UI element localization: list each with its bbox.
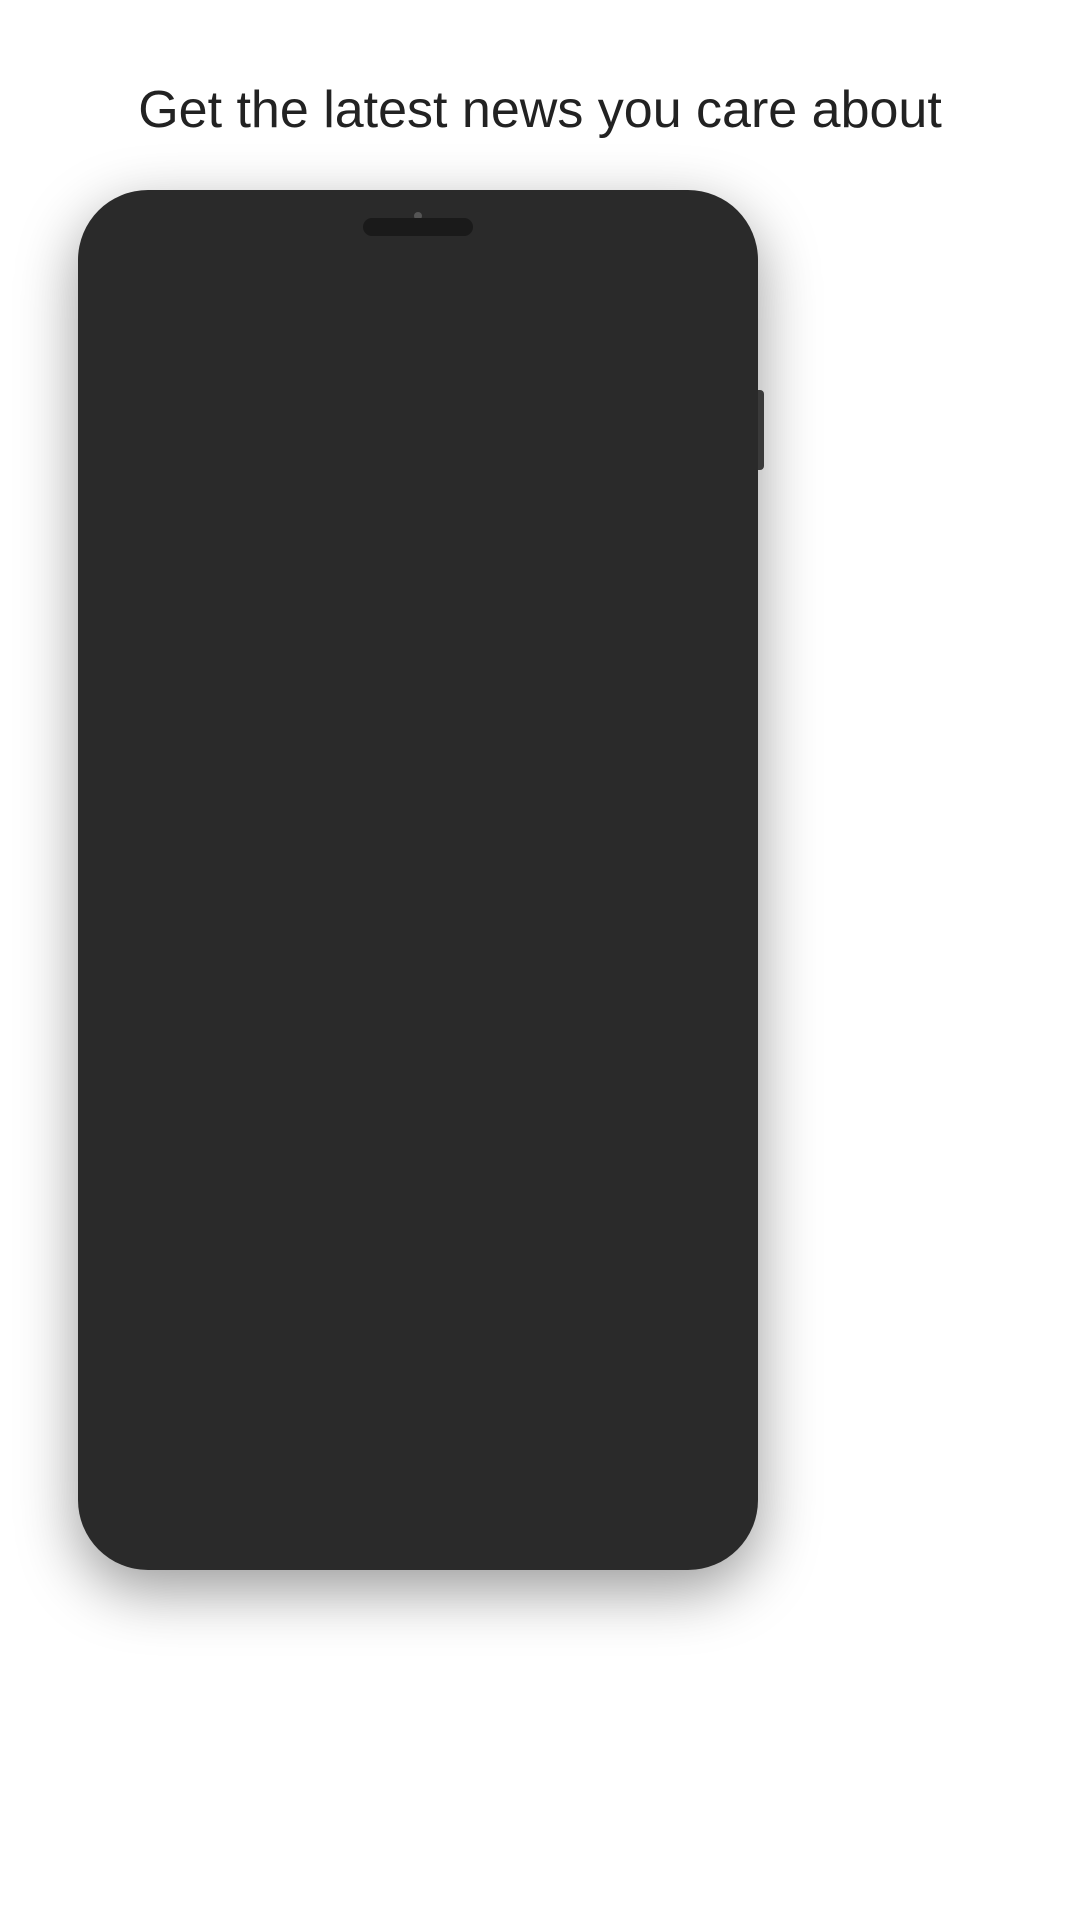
bottom-nav-notifications[interactable] xyxy=(522,1413,730,1502)
verified-badge-gdragon: V xyxy=(184,462,210,488)
status-icons: 12:30 xyxy=(535,265,710,293)
bottom-nav-home[interactable] xyxy=(106,1413,314,1502)
share-icon xyxy=(652,825,692,865)
battery-icon xyxy=(601,270,631,288)
post-1-comment-count: 40k xyxy=(353,831,392,859)
nav-bar: Home ▾ xyxy=(106,300,730,388)
page-container: Get the latest news you care about xyxy=(78,0,1002,1570)
home-icon xyxy=(190,1438,230,1478)
post-1-more-button[interactable]: ∨ xyxy=(682,412,703,445)
bottom-nav xyxy=(106,1412,730,1502)
home-notification-dot xyxy=(220,1427,230,1437)
post-1-comment-button[interactable]: 40k xyxy=(307,827,480,863)
post-1-image-1-content xyxy=(187,633,267,763)
post-2-username: Poydpoydpoyd xyxy=(228,926,503,958)
bell-icon xyxy=(606,1438,646,1478)
verified-badge-poyd: V xyxy=(184,969,210,995)
post-1-user-info: V GDRAGON Just now Fr xyxy=(134,412,374,488)
post-2-see-translation[interactable]: See Translation xyxy=(134,1069,702,1097)
compose-fab-button[interactable] xyxy=(620,1302,700,1382)
post-1-action-bar: 163k 40k xyxy=(134,806,702,883)
like-icon xyxy=(134,827,170,863)
post-2-meta: 2 min ago From Weibo.intl xyxy=(228,962,503,988)
post-1-like-button[interactable]: 163k xyxy=(134,827,307,863)
nav-title-text: Home xyxy=(353,323,453,365)
post-1-username: GDRAGON xyxy=(228,419,374,451)
post-card-1: V GDRAGON Just now Fr xyxy=(106,388,730,883)
post-1-header: V GDRAGON Just now Fr xyxy=(134,412,702,488)
post-1-repost-count: 264k xyxy=(526,831,578,859)
comment-icon xyxy=(307,827,343,863)
post-1-like-count: 163k xyxy=(180,831,232,859)
search-icon xyxy=(666,326,702,362)
page-headline: Get the latest news you care about xyxy=(78,0,1002,190)
bottom-nav-discover[interactable] xyxy=(314,1413,522,1502)
arrow-up-icon: ⬆ xyxy=(345,546,363,572)
menu-line-1 xyxy=(130,333,164,336)
menu-line-3 xyxy=(130,351,164,354)
post-2-more-button[interactable]: ∨ xyxy=(682,919,703,952)
post-2-user-info: V Poydpoydpoyd 2 min ago From Weibo.intl xyxy=(134,919,503,995)
status-bar: 12:30 xyxy=(106,258,730,300)
post-1-source: Fr xyxy=(339,455,360,480)
pencil-icon xyxy=(641,1323,679,1361)
avatar-poyd-wrapper: V xyxy=(134,919,210,995)
post-2-user-details: Poydpoydpoyd 2 min ago From Weibo.intl xyxy=(228,926,503,988)
new-weibo-text: New weibo xyxy=(374,545,491,573)
post-1-image-2-content xyxy=(378,633,458,763)
search-button[interactable] xyxy=(662,322,706,366)
post-1-images xyxy=(134,608,702,788)
status-time: 12:30 xyxy=(649,265,710,293)
post-card-2: V Poydpoydpoyd 2 min ago From Weibo.intl xyxy=(106,895,730,1375)
post-1-image-1[interactable] xyxy=(134,608,319,788)
avatar-gdragon-wrapper: V xyxy=(134,412,210,488)
phone-mockup: 12:30 Home ▾ xyxy=(78,190,758,1570)
signal-icon xyxy=(571,268,593,290)
phone-screen: 12:30 Home ▾ xyxy=(106,258,730,1502)
post-1-time: Just now xyxy=(228,455,315,480)
post-1-image-3-content xyxy=(570,633,650,763)
post-2-image-content xyxy=(343,1135,493,1355)
post-2-time: 2 min ago xyxy=(228,962,325,987)
menu-line-2 xyxy=(130,342,164,345)
post-1-image-2[interactable] xyxy=(326,608,511,788)
wifi-icon xyxy=(535,268,563,290)
post-2-source: From Weibo.intl xyxy=(349,962,503,987)
post-2-mention[interactable]: @bobby xyxy=(562,1018,667,1049)
post-2-content: 馬上就有新的作品啦，謝謝支持！ @bobby xyxy=(134,1013,702,1055)
feed-area: ⬆ New weibo xyxy=(106,388,730,1502)
phone-button-right xyxy=(758,390,764,470)
hamburger-menu-button[interactable] xyxy=(130,333,164,354)
post-1-share-button[interactable] xyxy=(652,825,702,865)
nav-title[interactable]: Home ▾ xyxy=(353,323,473,365)
post-1-image-3[interactable] xyxy=(517,608,702,788)
post-2-header: V Poydpoydpoyd 2 min ago From Weibo.intl xyxy=(134,919,702,995)
post-1-repost-button[interactable]: 264k xyxy=(480,827,653,863)
post-2-text: 馬上就有新的作品啦，謝謝支持！ xyxy=(134,1018,554,1049)
new-weibo-toast[interactable]: ⬆ New weibo xyxy=(317,533,519,585)
post-1-meta: Just now Fr xyxy=(228,455,374,481)
post-1-user-details: GDRAGON Just now Fr xyxy=(228,419,374,481)
discover-icon xyxy=(398,1438,438,1478)
nav-chevron-icon: ▾ xyxy=(461,329,473,358)
repost-icon xyxy=(480,827,516,863)
